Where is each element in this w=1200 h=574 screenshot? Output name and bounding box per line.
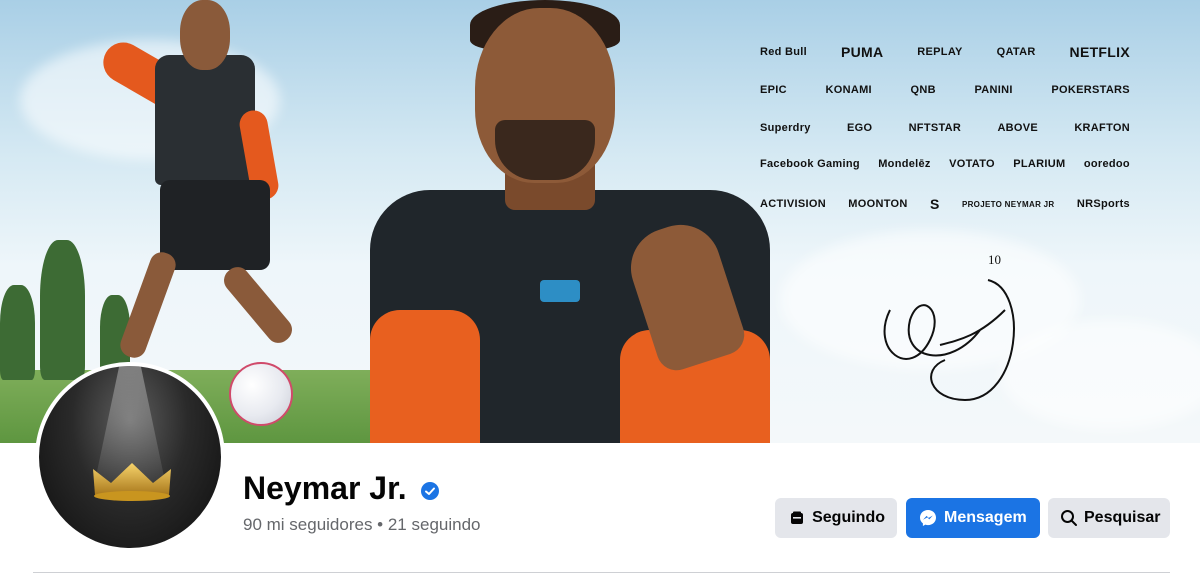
search-button[interactable]: Pesquisar	[1048, 498, 1170, 538]
sponsor-logo: ACTIVISION	[760, 198, 826, 210]
verified-badge-icon[interactable]	[420, 481, 439, 500]
tree	[40, 240, 85, 380]
messenger-icon	[918, 508, 938, 528]
sponsor-logo: NRSports	[1076, 198, 1130, 210]
cloud	[1000, 320, 1200, 430]
message-button[interactable]: Mensagem	[906, 498, 1040, 538]
sponsor-logo: QATAR	[996, 46, 1036, 58]
sponsor-logo: VOTATO	[949, 158, 995, 170]
sponsor-logo: Superdry	[760, 122, 811, 134]
player-portrait-figure	[370, 0, 770, 443]
player-kicking-figure	[95, 0, 325, 370]
sponsor-row: Red Bull PUMA REPLAY QATAR NETFLIX	[760, 38, 1130, 66]
sponsor-logo: KONAMI	[825, 84, 872, 96]
profile-name: Neymar Jr.	[243, 470, 407, 506]
sponsor-row: Superdry EGO NFTSTAR ABOVE KRAFTON	[760, 114, 1130, 142]
sponsor-row: Facebook Gaming Mondelēz VOTATO PLARIUM …	[760, 150, 1130, 178]
sponsor-logo: PROJETO NEYMAR JR	[961, 199, 1055, 209]
following-icon	[787, 508, 806, 528]
search-icon	[1060, 508, 1078, 528]
sponsor-logo: EPIC	[760, 84, 787, 96]
sponsor-logo: MOONTON	[848, 198, 908, 210]
sponsor-logo: KRAFTON	[1074, 122, 1130, 134]
sponsor-logo: ABOVE	[997, 122, 1039, 134]
sponsor-logo: PUMA	[840, 44, 884, 60]
search-label: Pesquisar	[1084, 509, 1161, 526]
sponsor-logo: NFTSTAR	[908, 122, 962, 134]
sponsor-logo: ooredoo	[1083, 158, 1130, 170]
sponsor-logo: QNB	[910, 84, 936, 96]
following-label: Seguindo	[812, 509, 885, 526]
sponsor-logo: POKERSTARS	[1051, 84, 1130, 96]
profile-avatar[interactable]	[35, 362, 225, 552]
sponsor-logo: Mondelēz	[878, 158, 931, 170]
follower-stats[interactable]: 90 mi seguidores • 21 seguindo	[243, 515, 481, 535]
puma-logo-icon	[540, 280, 580, 302]
tree	[0, 285, 35, 380]
message-label: Mensagem	[944, 509, 1027, 526]
sponsor-logo: NETFLIX	[1069, 44, 1130, 60]
signature-number: 10	[988, 252, 1001, 267]
sponsor-logo: PLARIUM	[1013, 158, 1066, 170]
sponsor-logo: Red Bull	[760, 46, 808, 58]
sponsor-logos: Red Bull PUMA REPLAY QATAR NETFLIX EPIC …	[760, 38, 1130, 228]
following-button[interactable]: Seguindo	[775, 498, 897, 538]
sponsor-logo: S	[929, 196, 940, 212]
sponsor-logo: Facebook Gaming	[760, 158, 860, 170]
profile-page: Red Bull PUMA REPLAY QATAR NETFLIX EPIC …	[0, 0, 1200, 574]
avatar-image	[39, 366, 221, 548]
soccer-ball	[229, 362, 293, 426]
profile-name-row: Neymar Jr.	[243, 470, 439, 507]
crown-icon	[93, 463, 171, 501]
signature-graphic: 10	[883, 252, 1015, 402]
sponsor-logo: PANINI	[974, 84, 1013, 96]
sponsor-logo: REPLAY	[917, 46, 963, 58]
header-divider	[33, 572, 1170, 573]
sponsor-row: EPIC KONAMI QNB PANINI POKERSTARS	[760, 76, 1130, 104]
sponsor-row: ACTIVISION MOONTON S PROJETO NEYMAR JR N…	[760, 190, 1130, 218]
sponsor-logo: EGO	[846, 122, 873, 134]
